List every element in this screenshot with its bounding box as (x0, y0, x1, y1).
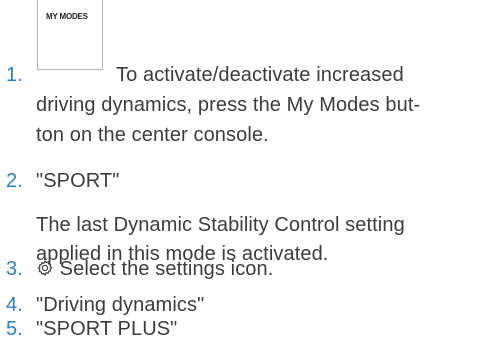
step-text-line: driving dynamics, press the My Modes but… (36, 94, 421, 116)
step-number: 4. (6, 294, 23, 316)
step-text-line: "SPORT" (36, 170, 120, 192)
step-number: 3. (6, 258, 23, 280)
step-number: 2. (6, 170, 23, 192)
step-text-line: To activate/deactivate increased (116, 64, 404, 86)
step-note-line: The last Dynamic Stability Control setti… (36, 214, 405, 236)
step-text-line: ton on the center console. (36, 124, 269, 146)
step-text-line: "Driving dynamics" (36, 294, 205, 316)
gear-icon (37, 260, 53, 276)
my-modes-button-image: MY MODES (37, 0, 103, 70)
step-number: 5. (6, 318, 23, 340)
my-modes-button-label: MY MODES (46, 12, 88, 21)
step-number: 1. (6, 64, 23, 86)
step-text-line: "SPORT PLUS" (36, 318, 178, 340)
step-text-line: Select the settings icon. (36, 258, 273, 281)
step-3-text: Select the settings icon. (59, 258, 274, 280)
